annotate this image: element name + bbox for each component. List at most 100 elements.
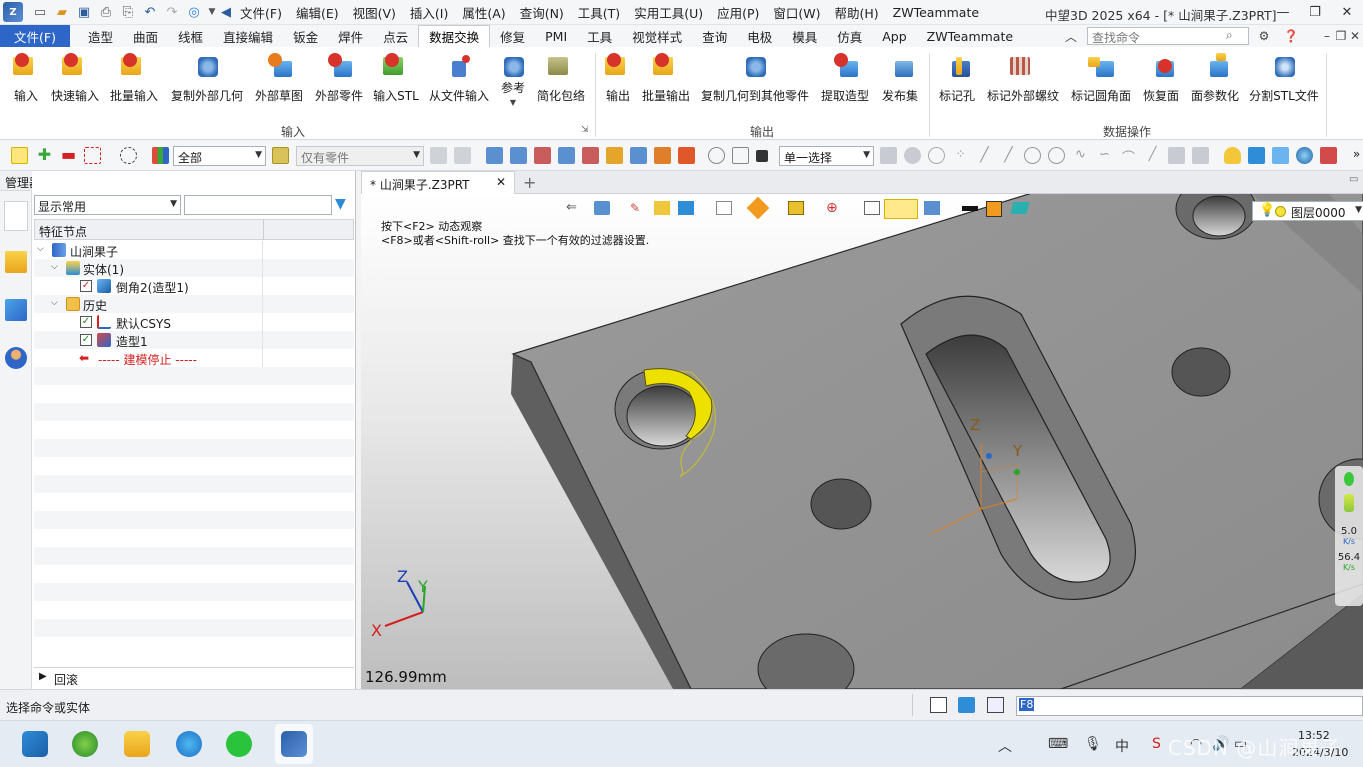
batch-export-button[interactable]: 批量输出 xyxy=(640,51,692,107)
snap-curve-icon[interactable]: ∿ xyxy=(1072,147,1089,164)
chevron-down-icon[interactable]: ⌵ xyxy=(37,244,47,254)
filter-funnel-icon[interactable] xyxy=(152,147,169,164)
microphone-icon[interactable]: 🎙 xyxy=(1084,736,1102,752)
snap-tangent-icon[interactable]: ╱ xyxy=(1144,147,1161,164)
mark-hole-button[interactable]: 标记孔 xyxy=(937,51,977,107)
part-filter-select[interactable]: 仅有零件 ▼ xyxy=(296,146,424,166)
menu-file[interactable]: 文件(F) xyxy=(233,3,289,22)
tab-electrode[interactable]: 电极 xyxy=(737,25,782,47)
measure-icon[interactable]: ✎ xyxy=(630,201,640,215)
tree-row-shape1[interactable]: ✓ 造型1 xyxy=(34,331,354,349)
import-stl-button[interactable]: 输入STL xyxy=(373,51,419,107)
mark-external-thread-button[interactable]: 标记外部螺纹 xyxy=(985,51,1061,107)
snap-option-icon[interactable] xyxy=(928,147,945,164)
output-panel-icon[interactable] xyxy=(987,697,1004,713)
publish-set-button[interactable]: 发布集 xyxy=(879,51,921,107)
batch-import-button[interactable]: 批量输入 xyxy=(108,51,160,107)
reference-button[interactable]: 参考 ▼ xyxy=(496,51,530,107)
close-window-button[interactable]: ✕ xyxy=(1332,0,1362,25)
tray-expand-icon[interactable]: ︿ xyxy=(998,736,1012,756)
doc-close-icon[interactable]: ✕ xyxy=(1346,27,1363,45)
tab-simulation[interactable]: 仿真 xyxy=(827,25,872,47)
section-view-icon[interactable] xyxy=(746,196,770,220)
history-manager-icon[interactable] xyxy=(4,201,28,231)
snap-circle-icon[interactable] xyxy=(1024,147,1041,164)
quick-access-dropdown-icon[interactable]: ▼ xyxy=(205,1,219,23)
tab-mold[interactable]: 模具 xyxy=(782,25,827,47)
edge-filter-icon[interactable] xyxy=(510,147,527,164)
layer-manager-icon[interactable] xyxy=(1010,202,1030,214)
rollback-bar[interactable]: ▶ 回滚 xyxy=(34,667,354,688)
save-icon[interactable]: ▣ xyxy=(73,1,95,23)
model-canvas[interactable]: Z Y X Z Y xyxy=(361,194,1363,689)
copy-geometry-to-part-button[interactable]: 复制几何到其他零件 xyxy=(700,51,810,107)
tab-tools[interactable]: 工具 xyxy=(577,25,622,47)
sketch-filter-icon[interactable] xyxy=(606,147,623,164)
quick-import-button[interactable]: 快速输入 xyxy=(50,51,100,107)
menu-inquire[interactable]: 查询(N) xyxy=(513,3,571,22)
component-filter-icon[interactable] xyxy=(678,147,695,164)
layer-select[interactable]: 💡 图层0000 ▼ xyxy=(1252,201,1363,221)
tab-point-cloud[interactable]: 点云 xyxy=(373,25,418,47)
add-icon[interactable]: ✚ xyxy=(36,147,53,164)
feature-filter-icon[interactable] xyxy=(582,147,599,164)
tab-sheet-metal[interactable]: 钣金 xyxy=(283,25,328,47)
tree-row-root[interactable]: ⌵ 山涧果子 xyxy=(34,241,354,259)
keyboard-icon[interactable]: ⌨ xyxy=(1048,736,1068,752)
toolbar-overflow-icon[interactable]: » xyxy=(1348,147,1363,164)
print-preview-icon[interactable]: ⎘ xyxy=(117,1,139,23)
view-manager-icon[interactable] xyxy=(5,299,27,321)
tree-search-input[interactable] xyxy=(184,195,332,215)
extract-shape-button[interactable]: 提取造型 xyxy=(820,51,870,107)
edge-browser-icon[interactable] xyxy=(176,731,202,757)
tab-repair[interactable]: 修复 xyxy=(490,25,535,47)
tab-inquire[interactable]: 查询 xyxy=(692,25,737,47)
render-mode-icon[interactable] xyxy=(1248,147,1265,164)
menu-insert[interactable]: 插入(I) xyxy=(403,3,455,22)
snap-line-icon[interactable]: ╱ xyxy=(1000,147,1017,164)
part-filter-icon[interactable] xyxy=(272,147,289,164)
zw3d-logo-icon[interactable]: Z xyxy=(3,2,23,22)
tab-visual-style[interactable]: 视觉样式 xyxy=(622,25,692,47)
command-search-input[interactable]: 查找命令 xyxy=(1087,27,1249,45)
menu-utilities[interactable]: 实用工具(U) xyxy=(627,3,710,22)
tree-row-solids[interactable]: ⌵ 实体(1) xyxy=(34,259,354,277)
tab-wireframe[interactable]: 线框 xyxy=(168,25,213,47)
export-button[interactable]: 输出 xyxy=(601,51,635,107)
visibility-checkbox[interactable]: ✓ xyxy=(80,334,92,346)
visibility-checkbox[interactable]: ✓ xyxy=(80,280,92,292)
tab-pmi[interactable]: PMI xyxy=(535,25,577,47)
line-color-icon[interactable] xyxy=(962,206,978,211)
tab-surface[interactable]: 曲面 xyxy=(123,25,168,47)
menu-window[interactable]: 窗口(W) xyxy=(766,3,827,22)
snap-option-icon[interactable] xyxy=(880,147,897,164)
menu-tools[interactable]: 工具(T) xyxy=(571,3,627,22)
command-input[interactable]: F8 xyxy=(1016,696,1363,716)
tab-list-icon[interactable]: ▭ xyxy=(1349,174,1358,185)
menu-view[interactable]: 视图(V) xyxy=(346,3,403,22)
wireframe-mode-icon[interactable] xyxy=(716,201,732,215)
tab-app[interactable]: App xyxy=(872,25,916,47)
menu-apps[interactable]: 应用(P) xyxy=(710,3,766,22)
restore-face-button[interactable]: 恢复面 xyxy=(1142,51,1180,107)
tree-row-history[interactable]: ⌵ 历史 xyxy=(34,295,354,313)
chain-pick-icon[interactable] xyxy=(732,147,749,164)
reference-dropdown-icon[interactable]: ▼ xyxy=(510,98,516,107)
box-select-icon[interactable] xyxy=(84,147,101,164)
datum-filter-icon[interactable] xyxy=(630,147,647,164)
minimize-button[interactable]: — xyxy=(1268,0,1298,25)
pick-filter-select[interactable]: 全部 ▼ xyxy=(173,146,266,166)
stop-pick-icon[interactable] xyxy=(756,150,768,162)
redo-icon[interactable]: ↷ xyxy=(161,1,183,23)
tab-shape[interactable]: 造型 xyxy=(78,25,123,47)
copy-external-geometry-button[interactable]: 复制外部几何 xyxy=(170,51,244,107)
crosshair-icon[interactable]: ⊕ xyxy=(826,200,838,216)
chevron-right-icon[interactable]: ▶ xyxy=(39,671,47,682)
menu-zwteammate[interactable]: ZWTeammate xyxy=(886,5,986,20)
tree-row-chamfer[interactable]: ✓ 倒角2(造型1) xyxy=(34,277,354,295)
browser-icon[interactable] xyxy=(72,731,98,757)
screen-icon[interactable] xyxy=(958,697,975,713)
external-sketch-button[interactable]: 外部草图 xyxy=(253,51,305,107)
view-cube-icon[interactable] xyxy=(1272,147,1289,164)
visibility-checkbox[interactable]: ✓ xyxy=(80,316,92,328)
